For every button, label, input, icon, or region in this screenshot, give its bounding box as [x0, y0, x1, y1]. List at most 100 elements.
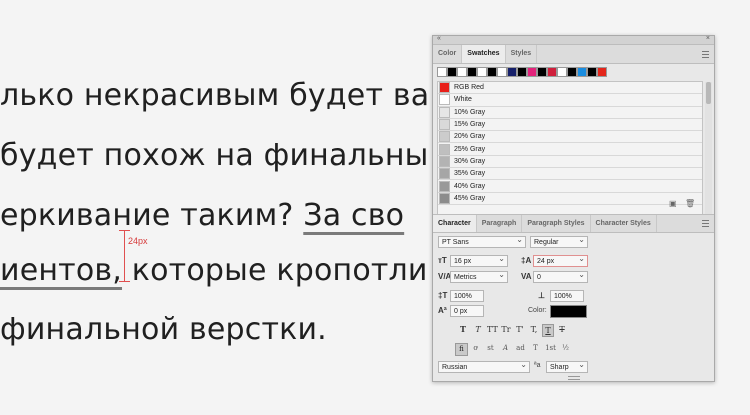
recent-swatch[interactable] [497, 67, 507, 77]
trash-icon[interactable]: 🗑 [685, 199, 695, 208]
doc-line-4-underlined: иентов, [0, 253, 123, 288]
all-caps-button[interactable]: TT [487, 324, 498, 335]
recent-swatch[interactable] [567, 67, 577, 77]
antialias-select[interactable]: Sharp [546, 359, 588, 373]
text-color-swatch[interactable] [550, 305, 587, 318]
measurement-cap-bottom [119, 281, 130, 282]
font-family-select[interactable]: PT Sans [438, 234, 526, 248]
recent-swatch[interactable] [587, 67, 597, 77]
swatch-chip [439, 119, 450, 131]
recent-swatch[interactable] [447, 67, 457, 77]
recent-swatch[interactable] [457, 67, 467, 77]
underline-button[interactable]: T [542, 324, 554, 337]
swatch-list-item[interactable]: 20% Gray [438, 131, 702, 144]
swatch-list-item[interactable]: White [438, 94, 702, 107]
recent-swatch[interactable] [527, 67, 537, 77]
swatch-name: 15% Gray [454, 121, 486, 129]
leading-field[interactable]: 24 px [533, 253, 588, 267]
swash-button[interactable]: A [500, 343, 511, 354]
recent-swatch[interactable] [517, 67, 527, 77]
tab-character-styles[interactable]: Character Styles [591, 215, 657, 232]
swatch-list-item[interactable]: RGB Red [438, 82, 702, 95]
swatch-name: 20% Gray [454, 133, 486, 141]
swatches-character-panel: « × Color Swatches Styles RGB Red White 10… [432, 35, 715, 382]
swatch-chip [439, 168, 450, 180]
leading-icon: ‡A [521, 256, 532, 265]
faux-bold-button[interactable]: T [458, 324, 468, 335]
swatch-chip [439, 94, 450, 106]
recent-swatch[interactable] [487, 67, 497, 77]
swatch-list-item[interactable]: 15% Gray [438, 119, 702, 132]
scroll-thumb[interactable] [706, 82, 711, 104]
horizontal-scale-field[interactable]: 100% [550, 290, 584, 302]
doc-line-1: лько некрасивым будет ва [0, 78, 430, 113]
recent-swatch[interactable] [467, 67, 477, 77]
swatch-name: 35% Gray [454, 170, 486, 178]
swatch-name: RGB Red [454, 84, 484, 92]
swatch-list-item[interactable]: 40% Gray [438, 180, 702, 193]
tab-paragraph[interactable]: Paragraph [477, 215, 523, 232]
language-select[interactable]: Russian [438, 359, 530, 373]
recent-swatch[interactable] [507, 67, 517, 77]
kerning-select[interactable]: Metrics [450, 269, 508, 283]
measurement-label: 24px [128, 236, 148, 246]
stylistic-alternates-button[interactable]: ad [515, 343, 526, 354]
old-style-button[interactable]: ơ [470, 343, 481, 354]
collapse-icon[interactable]: « [437, 35, 441, 42]
recent-swatch[interactable] [557, 67, 567, 77]
titling-alternates-button[interactable]: T [530, 343, 541, 354]
discretionary-ligatures-button[interactable]: st [485, 343, 496, 354]
tab-color[interactable]: Color [433, 45, 463, 63]
swatch-name: White [454, 96, 472, 104]
doc-line-3: еркивание таким? За сво [0, 198, 404, 233]
recent-swatch[interactable] [537, 67, 547, 77]
tracking-icon: VA [521, 272, 532, 281]
strikethrough-button[interactable]: T [557, 324, 567, 335]
close-icon[interactable]: × [706, 35, 710, 42]
vertical-scale-field[interactable]: 100% [450, 290, 484, 302]
font-size-icon: тT [438, 256, 447, 265]
faux-italic-button[interactable]: T [473, 324, 483, 335]
tab-paragraph-styles[interactable]: Paragraph Styles [522, 215, 591, 232]
recent-swatch[interactable] [597, 67, 607, 77]
ordinals-button[interactable]: 1st [545, 343, 556, 354]
tracking-select[interactable]: 0 [533, 269, 588, 283]
swatch-tabs: Color Swatches Styles [433, 45, 714, 64]
panel-menu-icon[interactable] [702, 51, 709, 58]
recent-swatch[interactable] [437, 67, 447, 77]
fractions-button[interactable]: ½ [560, 343, 571, 354]
recent-swatch[interactable] [477, 67, 487, 77]
swatch-list-item[interactable]: 45% Gray [438, 192, 702, 205]
swatch-chip [439, 82, 450, 94]
swatch-name: 30% Gray [454, 157, 486, 165]
panel-titlebar[interactable]: « × [433, 35, 714, 45]
recent-swatch[interactable] [577, 67, 587, 77]
subscript-button[interactable]: T, [529, 324, 539, 335]
recent-swatch[interactable] [547, 67, 557, 77]
swatch-list: RGB Red White 10% Gray 15% Gray 20% Gray 25% … [437, 81, 703, 228]
swatch-list-item[interactable]: 35% Gray [438, 168, 702, 181]
swatch-name: 10% Gray [454, 108, 486, 116]
panel-resize-grip[interactable] [568, 376, 580, 380]
superscript-button[interactable]: T' [515, 324, 525, 335]
tab-styles[interactable]: Styles [506, 45, 538, 63]
character-menu-icon[interactable] [702, 220, 709, 227]
swatch-list-item[interactable]: 30% Gray [438, 155, 702, 169]
new-swatch-icon[interactable]: ▣ [669, 199, 677, 208]
antialias-icon: ªa [534, 362, 541, 369]
tab-swatches[interactable]: Swatches [462, 45, 506, 63]
font-size-field[interactable]: 16 px [450, 253, 508, 267]
tab-character[interactable]: Character [433, 215, 477, 232]
swatch-list-item[interactable]: 25% Gray [438, 143, 702, 156]
font-style-select[interactable]: Regular [530, 234, 588, 248]
baseline-shift-field[interactable]: 0 px [450, 305, 484, 317]
doc-line-4-text: которые кропотли [131, 253, 428, 288]
swatch-scrollbar[interactable] [705, 82, 712, 225]
doc-line-3-underlined: За сво [303, 198, 405, 233]
swatch-list-item[interactable]: 10% Gray [438, 106, 702, 119]
character-tabs: Character Paragraph Paragraph Styles Cha… [433, 214, 714, 233]
ligatures-button[interactable]: fi [455, 343, 468, 356]
small-caps-button[interactable]: Tr [501, 324, 511, 335]
horizontal-scale-icon: ⊥ [538, 291, 545, 300]
swatch-chip [439, 192, 450, 204]
